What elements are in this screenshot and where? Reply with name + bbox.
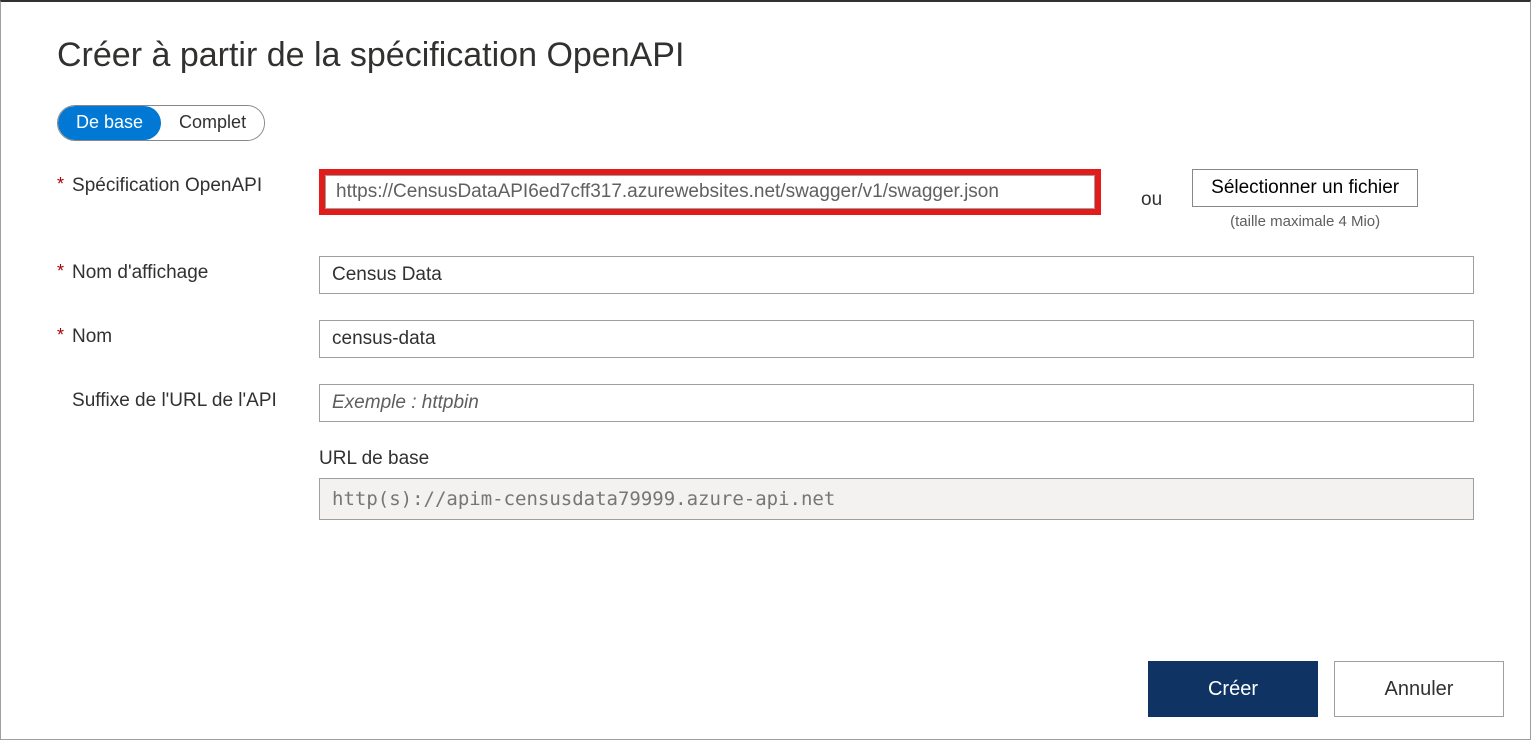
row-base-url: URL de base http(s)://apim-censusdata799… [57,448,1474,520]
name-input[interactable] [319,320,1474,358]
required-marker: * [57,175,64,193]
dialog-footer: Créer Annuler [1148,661,1504,717]
create-button[interactable]: Créer [1148,661,1318,717]
mode-toggle: De base Complet [57,105,265,141]
label-base-url: URL de base [319,448,1474,470]
create-openapi-panel: Créer à partir de la spécification OpenA… [0,0,1531,740]
select-file-button[interactable]: Sélectionner un fichier [1192,169,1418,207]
base-url-display: http(s)://apim-censusdata79999.azure-api… [319,478,1474,520]
label-spec: Spécification OpenAPI [72,175,262,197]
file-size-hint: (taille maximale 4 Mio) [1230,213,1380,230]
spec-input[interactable] [325,175,1095,209]
label-name: Nom [72,326,112,348]
page-title: Créer à partir de la spécification OpenA… [57,36,1474,75]
row-display-name: * Nom d'affichage [57,256,1474,294]
or-label: ou [1141,189,1162,211]
label-display-name: Nom d'affichage [72,262,208,284]
cancel-button[interactable]: Annuler [1334,661,1504,717]
toggle-full[interactable]: Complet [161,106,264,140]
row-spec: * Spécification OpenAPI ou Sélectionner … [57,169,1474,230]
row-suffix: * Suffixe de l'URL de l'API [57,384,1474,422]
required-marker: * [57,262,64,280]
required-marker: * [57,326,64,344]
label-suffix: Suffixe de l'URL de l'API [72,390,277,412]
suffix-input[interactable] [319,384,1474,422]
display-name-input[interactable] [319,256,1474,294]
toggle-basic[interactable]: De base [58,106,161,140]
row-name: * Nom [57,320,1474,358]
spec-highlight [319,169,1101,215]
